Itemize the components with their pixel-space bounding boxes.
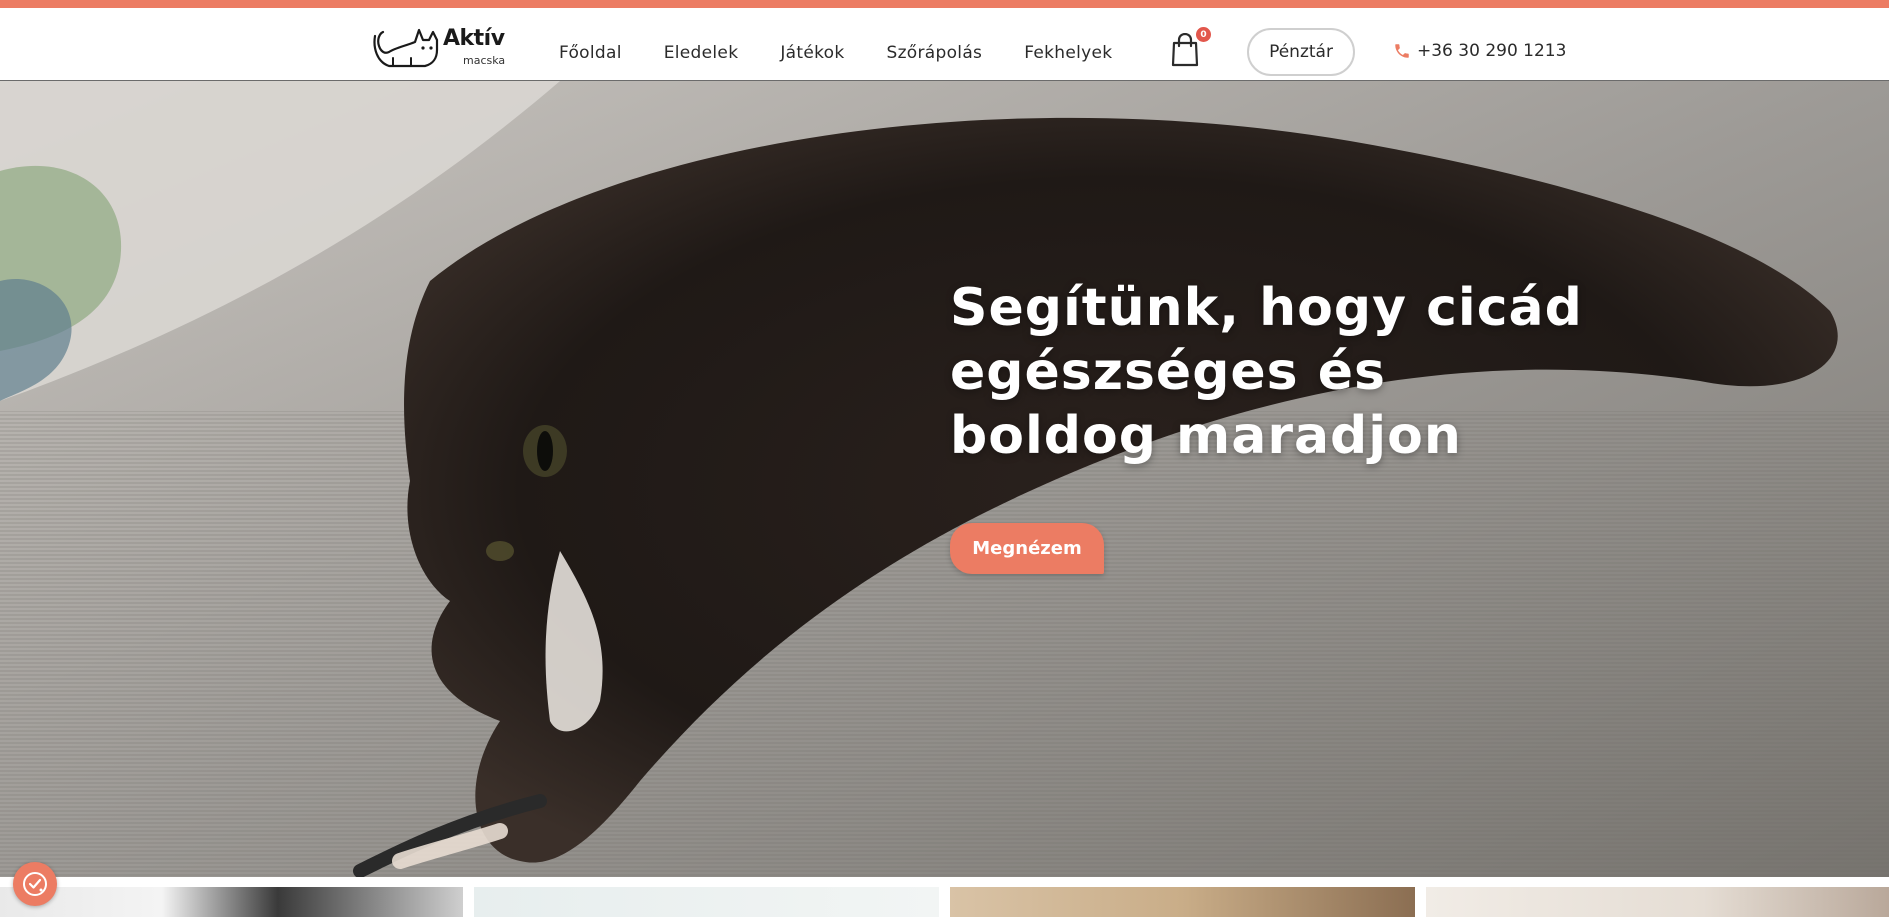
nav-item-szorapolas[interactable]: Szőrápolás: [880, 16, 988, 89]
category-card-thumbnail[interactable]: [474, 887, 939, 917]
phone-icon: [1395, 44, 1409, 58]
category-card-thumbnail[interactable]: [950, 887, 1415, 917]
nav-item-fekhelyek[interactable]: Fekhelyek: [1018, 16, 1118, 89]
logo-title: Aktív: [443, 26, 505, 51]
hero-headline: Segítünk, hogy cicád egészséges és boldo…: [950, 278, 1583, 466]
nav-item-fooldal[interactable]: Főoldal: [553, 16, 628, 89]
shopping-bag-icon: [1171, 32, 1199, 67]
category-card-thumbnail[interactable]: [0, 887, 463, 917]
phone-number: +36 30 290 1213: [1417, 41, 1567, 61]
hero-cat-photo: [0, 81, 1889, 877]
cookie-consent-icon: [23, 872, 47, 896]
logo-subtitle: macska: [463, 54, 506, 67]
cart-count-badge: 0: [1196, 27, 1211, 42]
checkout-button[interactable]: Pénztár: [1247, 28, 1355, 76]
cat-logo-icon: [373, 28, 439, 68]
cart-button[interactable]: 0: [1170, 27, 1211, 73]
phone-link[interactable]: +36 30 290 1213: [1393, 38, 1566, 64]
category-card-thumbnail[interactable]: [1426, 887, 1889, 917]
nav-item-eledelek[interactable]: Eledelek: [658, 16, 745, 89]
main-nav: Főoldal Eledelek Játékok Szőrápolás Fekh…: [553, 16, 1148, 89]
site-header: Aktív macska Főoldal Eledelek Játékok Sz…: [0, 8, 1889, 89]
top-accent-bar: [0, 0, 1889, 8]
hero-banner: Segítünk, hogy cicád egészséges és boldo…: [0, 81, 1889, 877]
category-card-strip: [0, 887, 1889, 917]
cookie-consent-button[interactable]: [13, 862, 57, 906]
nav-item-jatekok[interactable]: Játékok: [774, 16, 850, 89]
hero-cta-button[interactable]: Megnézem: [950, 523, 1104, 574]
site-logo[interactable]: Aktív macska: [371, 18, 511, 74]
